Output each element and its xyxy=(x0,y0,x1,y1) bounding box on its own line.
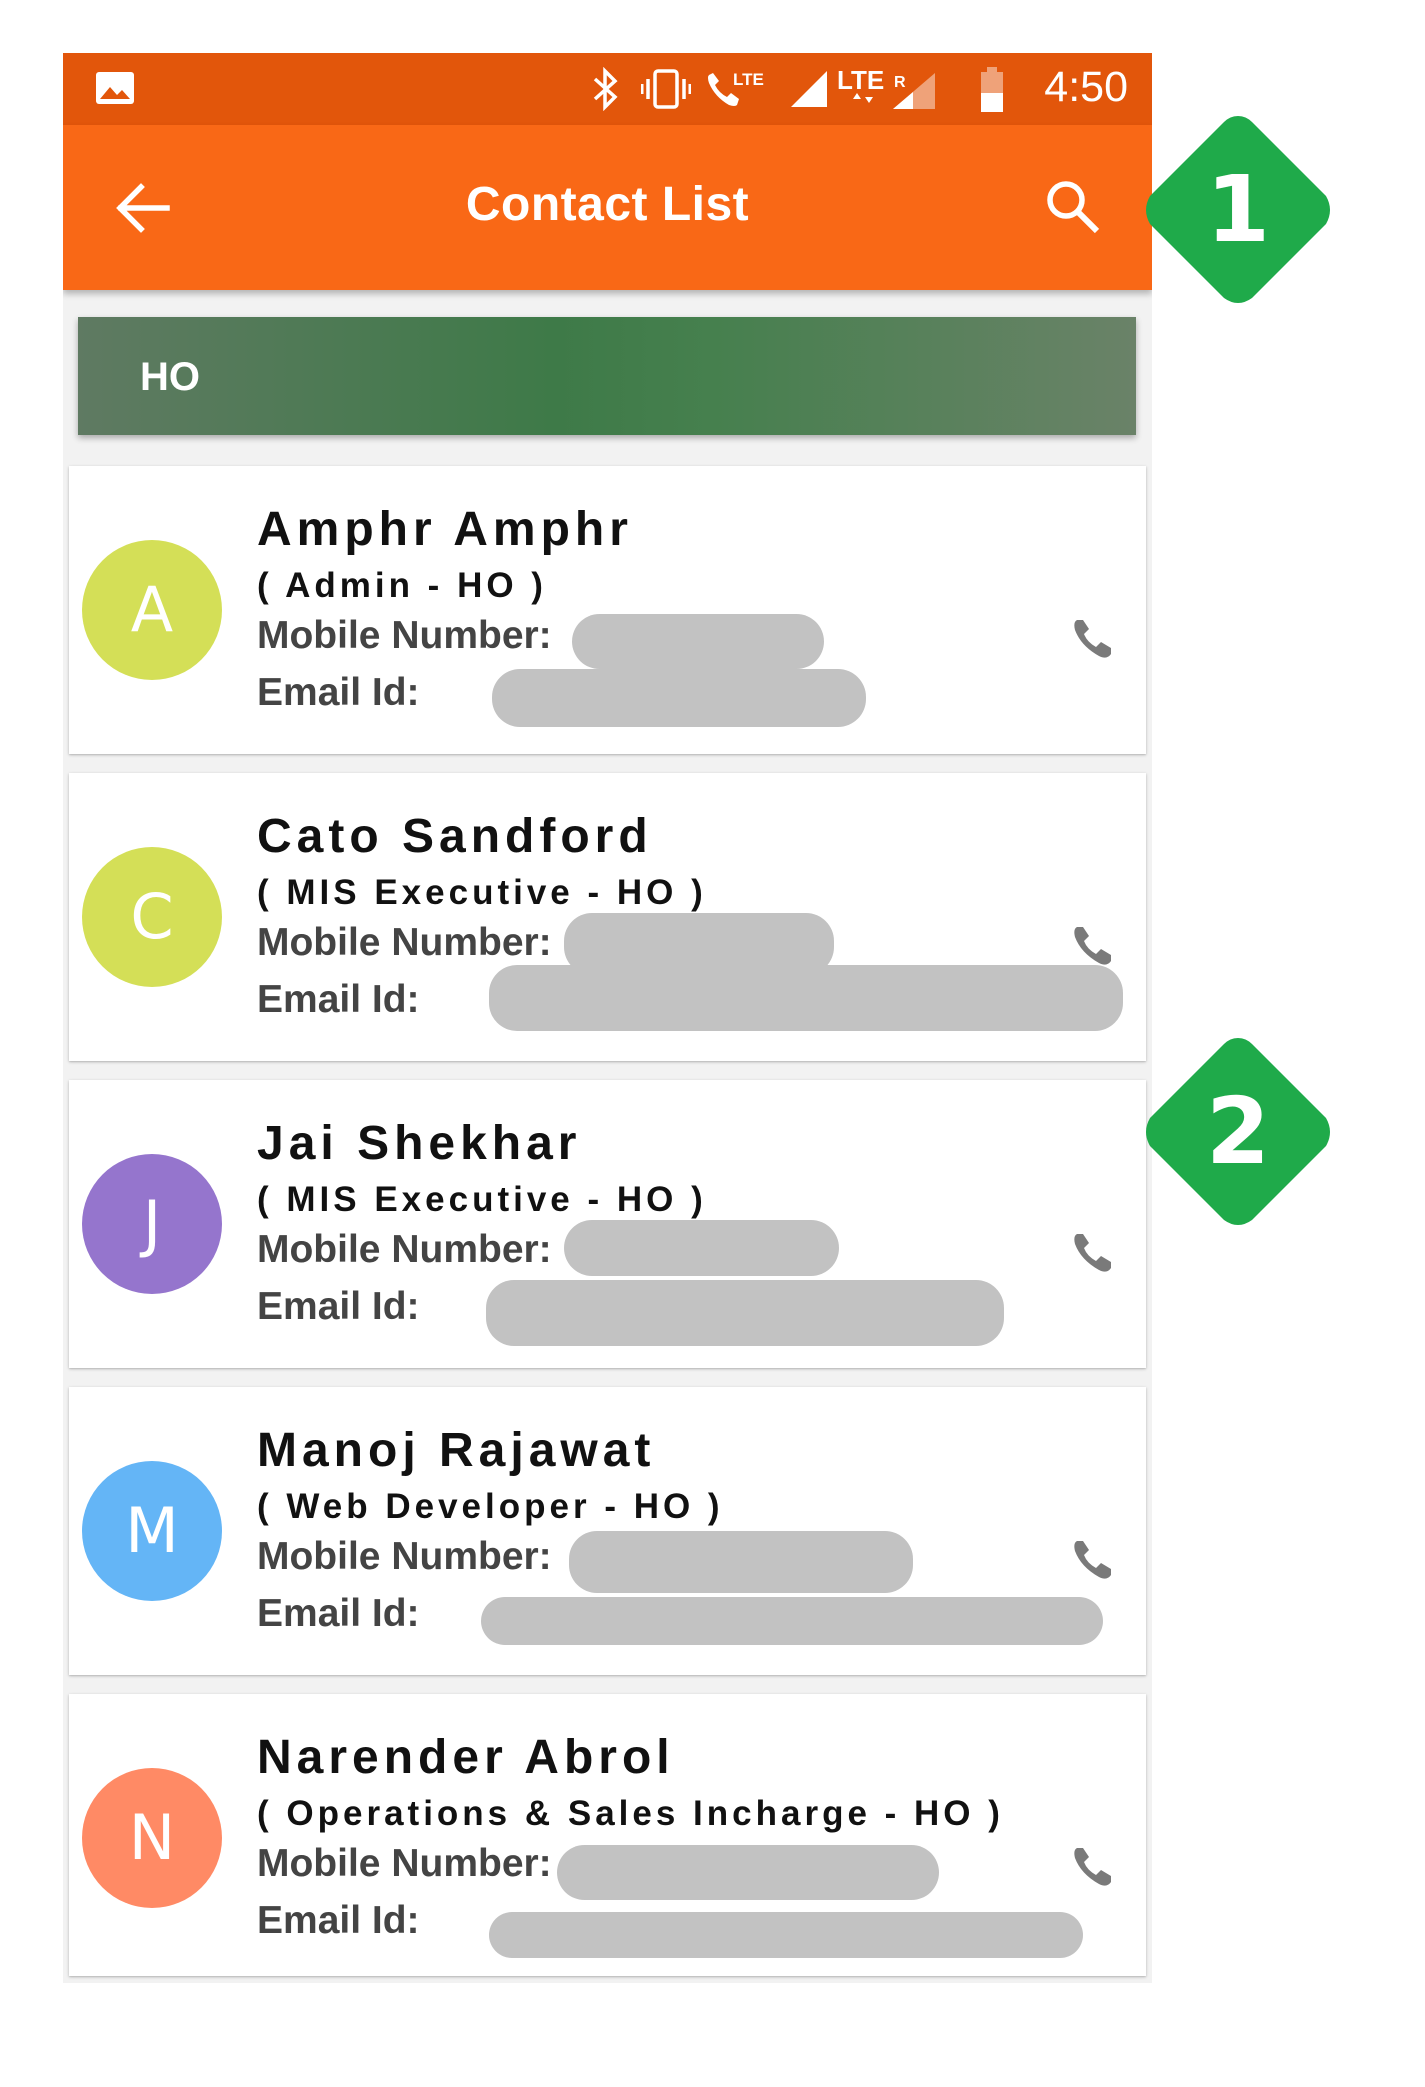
redacted-mobile xyxy=(572,614,824,669)
signal-icon xyxy=(791,71,827,107)
search-icon[interactable] xyxy=(1043,177,1103,237)
redacted-email xyxy=(489,965,1123,1031)
phone-icon[interactable] xyxy=(1069,1842,1117,1890)
mobile-label: Mobile Number: xyxy=(257,1228,552,1271)
image-icon xyxy=(96,72,134,104)
vibrate-icon xyxy=(641,69,691,109)
avatar: M xyxy=(82,1461,222,1601)
contact-card[interactable]: M Manoj Rajawat ( Web Developer - HO ) M… xyxy=(69,1387,1146,1675)
contact-role: ( MIS Executive - HO ) xyxy=(257,1180,707,1219)
callout-number: 2 xyxy=(1205,1078,1270,1185)
contact-card[interactable]: J Jai Shekhar ( MIS Executive - HO ) Mob… xyxy=(69,1080,1146,1368)
redacted-mobile xyxy=(557,1845,939,1900)
avatar: A xyxy=(82,540,222,680)
email-label: Email Id: xyxy=(257,1592,420,1635)
callout-badge-2: 2 xyxy=(1138,1032,1338,1232)
status-time: 4:50 xyxy=(1044,63,1128,111)
contact-card[interactable]: A Amphr Amphr ( Admin - HO ) Mobile Numb… xyxy=(69,466,1146,754)
mobile-label: Mobile Number: xyxy=(257,921,552,964)
contact-name: Amphr Amphr xyxy=(257,503,633,556)
callout-number: 1 xyxy=(1205,156,1270,263)
email-label: Email Id: xyxy=(257,1899,420,1942)
group-header[interactable]: HO xyxy=(78,317,1136,435)
contact-name: Narender Abrol xyxy=(257,1731,675,1784)
contact-card[interactable]: N Narender Abrol ( Operations & Sales In… xyxy=(69,1694,1146,1976)
redacted-mobile xyxy=(569,1531,913,1593)
avatar: J xyxy=(82,1154,222,1294)
battery-icon xyxy=(981,67,1003,112)
redacted-email xyxy=(486,1280,1004,1346)
bluetooth-icon xyxy=(593,67,618,111)
group-label: HO xyxy=(140,355,200,399)
app-bar: Contact List xyxy=(63,125,1152,290)
page-title: Contact List xyxy=(465,178,750,231)
redacted-email xyxy=(489,1912,1083,1958)
phone-icon[interactable] xyxy=(1069,1535,1117,1583)
roaming-signal-icon: LTE R xyxy=(837,67,935,109)
lte-label: LTE xyxy=(837,67,884,95)
email-label: Email Id: xyxy=(257,671,420,714)
contact-name: Manoj Rajawat xyxy=(257,1424,656,1477)
mobile-label: Mobile Number: xyxy=(257,614,552,657)
contact-name: Cato Sandford xyxy=(257,810,653,863)
contact-name: Jai Shekhar xyxy=(257,1117,582,1170)
mobile-label: Mobile Number: xyxy=(257,1535,552,1578)
avatar: N xyxy=(82,1768,222,1908)
phone-screen: LTE LTE R 4:50 Contact List HO A Amphr A… xyxy=(63,53,1152,1983)
contact-role: ( Admin - HO ) xyxy=(257,566,547,605)
contact-role: ( Operations & Sales Incharge - HO ) xyxy=(257,1794,1004,1833)
email-label: Email Id: xyxy=(257,1285,420,1328)
redacted-mobile xyxy=(564,1220,839,1276)
status-bar: LTE LTE R 4:50 xyxy=(63,53,1152,125)
phone-icon[interactable] xyxy=(1069,614,1117,662)
redacted-email xyxy=(481,1597,1103,1645)
contact-role: ( Web Developer - HO ) xyxy=(257,1487,724,1526)
phone-icon[interactable] xyxy=(1069,1228,1117,1276)
avatar: C xyxy=(82,847,222,987)
roaming-label: R xyxy=(894,74,906,91)
contact-card[interactable]: C Cato Sandford ( MIS Executive - HO ) M… xyxy=(69,773,1146,1061)
callout-badge-1: 1 xyxy=(1138,110,1338,310)
redacted-email xyxy=(492,669,866,727)
phone-icon[interactable] xyxy=(1069,921,1117,969)
mobile-label: Mobile Number: xyxy=(257,1842,552,1885)
email-label: Email Id: xyxy=(257,978,420,1021)
volte-call-icon: LTE xyxy=(708,70,764,106)
svg-text:LTE: LTE xyxy=(733,70,764,89)
contact-role: ( MIS Executive - HO ) xyxy=(257,873,707,912)
